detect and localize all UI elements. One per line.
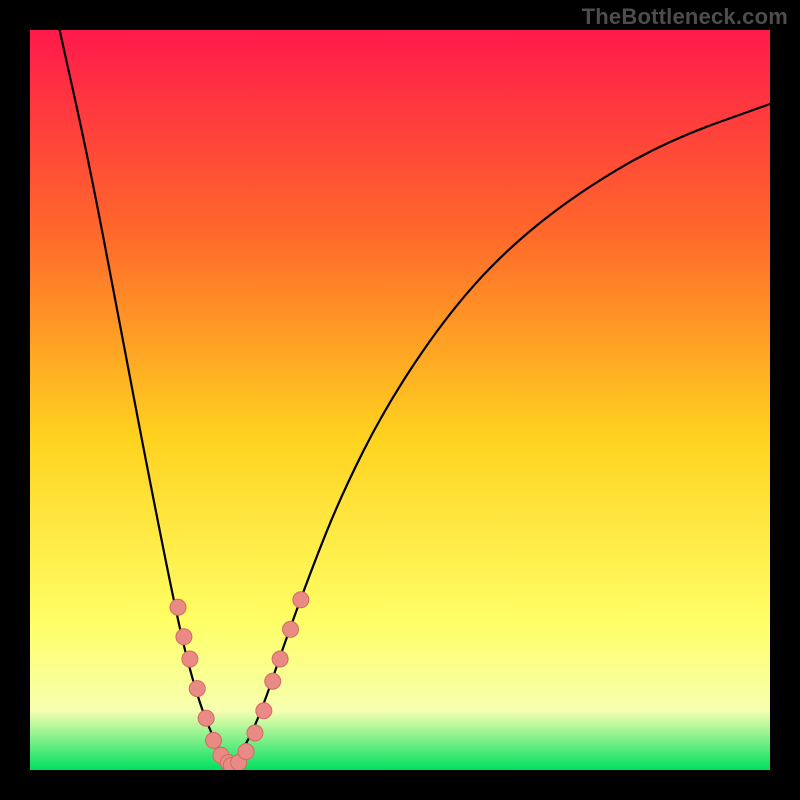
data-dot [293, 592, 309, 608]
data-dot [247, 725, 263, 741]
data-dot [282, 621, 298, 637]
data-dot [176, 629, 192, 645]
chart-stage: TheBottleneck.com [0, 0, 800, 800]
data-dot [170, 599, 186, 615]
chart-svg [30, 30, 770, 770]
data-dot [189, 681, 205, 697]
background-gradient [30, 30, 770, 770]
data-dot [265, 673, 281, 689]
chart-plot-area [30, 30, 770, 770]
data-dot [198, 710, 214, 726]
data-dot [256, 703, 272, 719]
data-dot [206, 732, 222, 748]
data-dot [272, 651, 288, 667]
data-dot [182, 651, 198, 667]
data-dot [238, 744, 254, 760]
watermark-text: TheBottleneck.com [582, 4, 788, 30]
